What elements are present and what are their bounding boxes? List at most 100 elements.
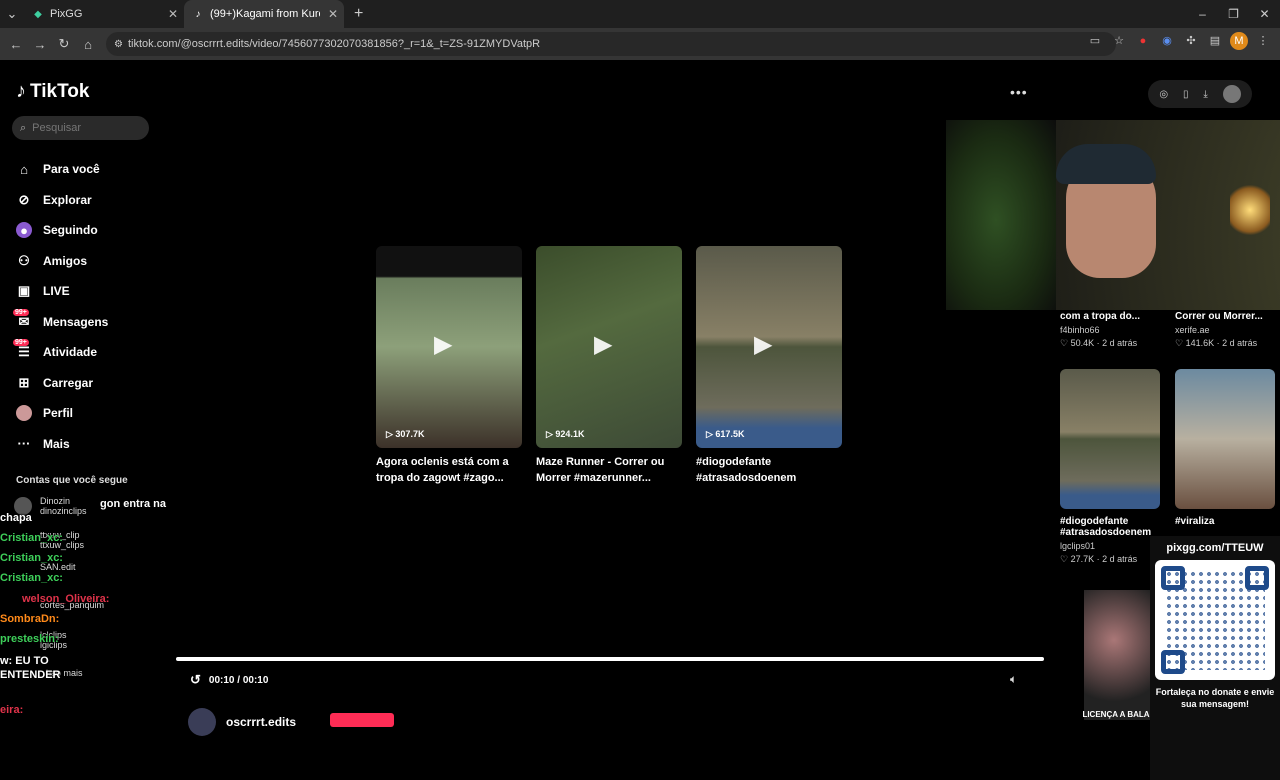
play-icon: ▶: [434, 331, 453, 358]
avatar[interactable]: [1222, 85, 1241, 103]
video-card[interactable]: ▶ ▷ 307.7K Agora oclenis está com a trop…: [376, 246, 522, 486]
sidebar-item-explorar[interactable]: ⊘ Explorar: [16, 185, 108, 216]
sidebar-item-amigos[interactable]: ⚇ Amigos: [16, 246, 108, 277]
side-video-author: xerife.ae: [1175, 325, 1210, 335]
nav-label: Amigos: [43, 253, 88, 268]
side-video-title: #diogodefante #atrasadosdoenem: [1060, 516, 1152, 538]
video-card[interactable]: ▶ ▷ 924.1K Maze Runner - Correr ou Morre…: [536, 246, 682, 486]
sidebar-icon[interactable]: ▤: [1206, 32, 1224, 50]
profile-icon: [16, 405, 32, 422]
extension-red-icon[interactable]: ●: [1134, 32, 1152, 50]
sidebar-item-seguindo[interactable]: ● Seguindo: [16, 215, 108, 246]
video-title[interactable]: #diogodefante #atrasadosdoenem: [696, 454, 842, 486]
side-video-author: lgclips01: [1060, 541, 1096, 551]
qr-finder: [1161, 566, 1185, 590]
extensions-puzzle-icon[interactable]: ✣: [1182, 32, 1200, 50]
menu-icon[interactable]: ⋮: [1254, 32, 1272, 50]
profile-avatar[interactable]: M: [1230, 32, 1248, 50]
author-name: oscrrrt.edits: [226, 715, 297, 729]
back-button[interactable]: ←: [4, 37, 28, 52]
upload-icon: ⊞: [18, 374, 30, 390]
more-options-icon[interactable]: •••: [1010, 84, 1028, 100]
badge: 99+: [13, 339, 29, 347]
close-icon[interactable]: ✕: [168, 7, 178, 21]
chat-username: Cristian_xc:: [0, 572, 63, 584]
url-text: tiktok.com/@oscrrrt.edits/video/74560773…: [128, 38, 541, 50]
video-author[interactable]: oscrrrt.edits: [188, 708, 296, 736]
close-icon[interactable]: ✕: [328, 7, 338, 21]
side-video-card[interactable]: Correr ou Morrer... xerife.ae ♡ 141.6K ·…: [1175, 311, 1263, 349]
sidebar-item-live[interactable]: ▣ LIVE: [16, 276, 108, 307]
tab-pixgg[interactable]: ◆ PixGG ✕: [24, 0, 184, 28]
qr-code: [1155, 560, 1275, 680]
side-video-card[interactable]: #diogodefante #atrasadosdoenem lgclips01…: [1060, 516, 1152, 565]
window-controls: – ❐ ✕: [1187, 0, 1280, 28]
side-video-stats: ♡ 27.7K · 2 d atrás: [1060, 554, 1138, 564]
sidebar-nav: ⌂ Para você ⊘ Explorar ● Seguindo ⚇ Amigos ▣…: [13, 154, 108, 460]
download-icon[interactable]: ⤓: [1203, 89, 1207, 100]
replay-icon[interactable]: ↺: [190, 672, 201, 688]
video-title[interactable]: Maze Runner - Correr ou Morrer #mazerunn…: [536, 454, 682, 486]
side-video-title: Correr ou Morrer...: [1175, 311, 1263, 322]
search-input[interactable]: [32, 122, 133, 134]
video-thumbnail[interactable]: ▶ ▷ 924.1K: [536, 246, 682, 448]
minimize-button[interactable]: –: [1187, 0, 1218, 28]
tab-tiktok[interactable]: ♪ (99+)Kagami from Kuroko n ✕: [184, 0, 344, 28]
address-bar[interactable]: ⚙ tiktok.com/@oscrrrt.edits/video/745607…: [106, 32, 1116, 56]
video-progress-bar[interactable]: [176, 657, 1044, 661]
cast-icon[interactable]: ▭: [1086, 32, 1104, 50]
tiktok-logo[interactable]: ♪ TikTok: [16, 80, 89, 103]
side-video-thumbnail[interactable]: [1060, 369, 1160, 509]
video-thumbnail[interactable]: ▶ ▷ 307.7K: [376, 246, 522, 448]
donation-message: Fortaleça no donate e envie sua mensagem…: [1155, 687, 1275, 709]
side-video-thumbnail[interactable]: [1175, 369, 1275, 509]
search-box[interactable]: ⌕: [12, 116, 149, 140]
close-window-button[interactable]: ✕: [1249, 0, 1280, 28]
streamer-cap: [1056, 144, 1156, 184]
sidebar-item-mais[interactable]: ··· Mais: [16, 429, 108, 460]
device-icon[interactable]: ▯: [1183, 89, 1189, 100]
video-title[interactable]: Agora oclenis está com a tropa do zagowt…: [376, 454, 522, 486]
sidebar-item-carregar[interactable]: ⊞ Carregar: [16, 368, 108, 399]
guest-webcam: [1084, 590, 1150, 720]
video-thumbnail[interactable]: ▶ ▷ 617.5K: [696, 246, 842, 448]
tab-search-icon[interactable]: ⌄: [0, 6, 24, 22]
home-icon: ⌂: [20, 161, 28, 177]
chat-username: presteskin:: [0, 633, 59, 645]
following-icon: ●: [16, 222, 32, 239]
nav-label: LIVE: [43, 284, 70, 299]
extension-icons: ▭ ☆ ● ◉ ✣ ▤ M ⋮: [1086, 32, 1272, 50]
donation-qr-panel: pixgg.com/TTEUW Fortaleça no donate e en…: [1150, 536, 1280, 780]
restore-button[interactable]: ❐: [1218, 0, 1249, 28]
chat-message: chapa: [0, 512, 32, 524]
messages-icon: ✉ 99+: [13, 308, 30, 329]
lamp: [1230, 180, 1270, 240]
forward-button[interactable]: →: [28, 37, 52, 52]
volume-icon[interactable]: 🔈︎: [1010, 672, 1017, 687]
bookmark-star-icon[interactable]: ☆: [1110, 32, 1128, 50]
qr-url: pixgg.com/TTEUW: [1166, 542, 1264, 554]
video-card[interactable]: ▶ ▷ 617.5K #diogodefante #atrasadosdoene…: [696, 246, 842, 486]
badge: 99+: [13, 308, 29, 316]
following-section-title: Contas que você segue: [16, 475, 128, 486]
chat-username: welson_Oliveira:: [22, 593, 110, 605]
streamer-webcam: [946, 120, 1280, 310]
reload-button[interactable]: ↻: [52, 36, 76, 52]
sidebar-item-mensagens[interactable]: ✉ 99+ Mensagens: [13, 307, 108, 338]
follow-button[interactable]: [330, 713, 394, 727]
coins-icon[interactable]: ◎: [1159, 89, 1168, 100]
tiktok-note-icon: ♪: [16, 80, 26, 102]
side-video-card[interactable]: com a tropa do... f4binho66 ♡ 50.4K · 2 …: [1060, 311, 1140, 349]
sidebar-item-perfil[interactable]: Perfil: [16, 398, 108, 429]
side-video-card[interactable]: #viraliza: [1175, 516, 1214, 527]
nav-label: Atividade: [43, 345, 98, 360]
sidebar-item-atividade[interactable]: ☰ 99+ Atividade: [13, 337, 108, 368]
sidebar-item-para-voce[interactable]: ⌂ Para você: [16, 154, 108, 185]
licenca-logo: LICENÇA A BALA: [1082, 710, 1150, 719]
extension-blue-icon[interactable]: ◉: [1158, 32, 1176, 50]
home-button[interactable]: ⌂: [76, 37, 100, 52]
new-tab-button[interactable]: +: [354, 5, 363, 23]
chat-message: w: EU TO: [0, 655, 49, 667]
site-info-icon[interactable]: ⚙: [114, 39, 123, 50]
live-icon: ▣: [17, 283, 31, 299]
